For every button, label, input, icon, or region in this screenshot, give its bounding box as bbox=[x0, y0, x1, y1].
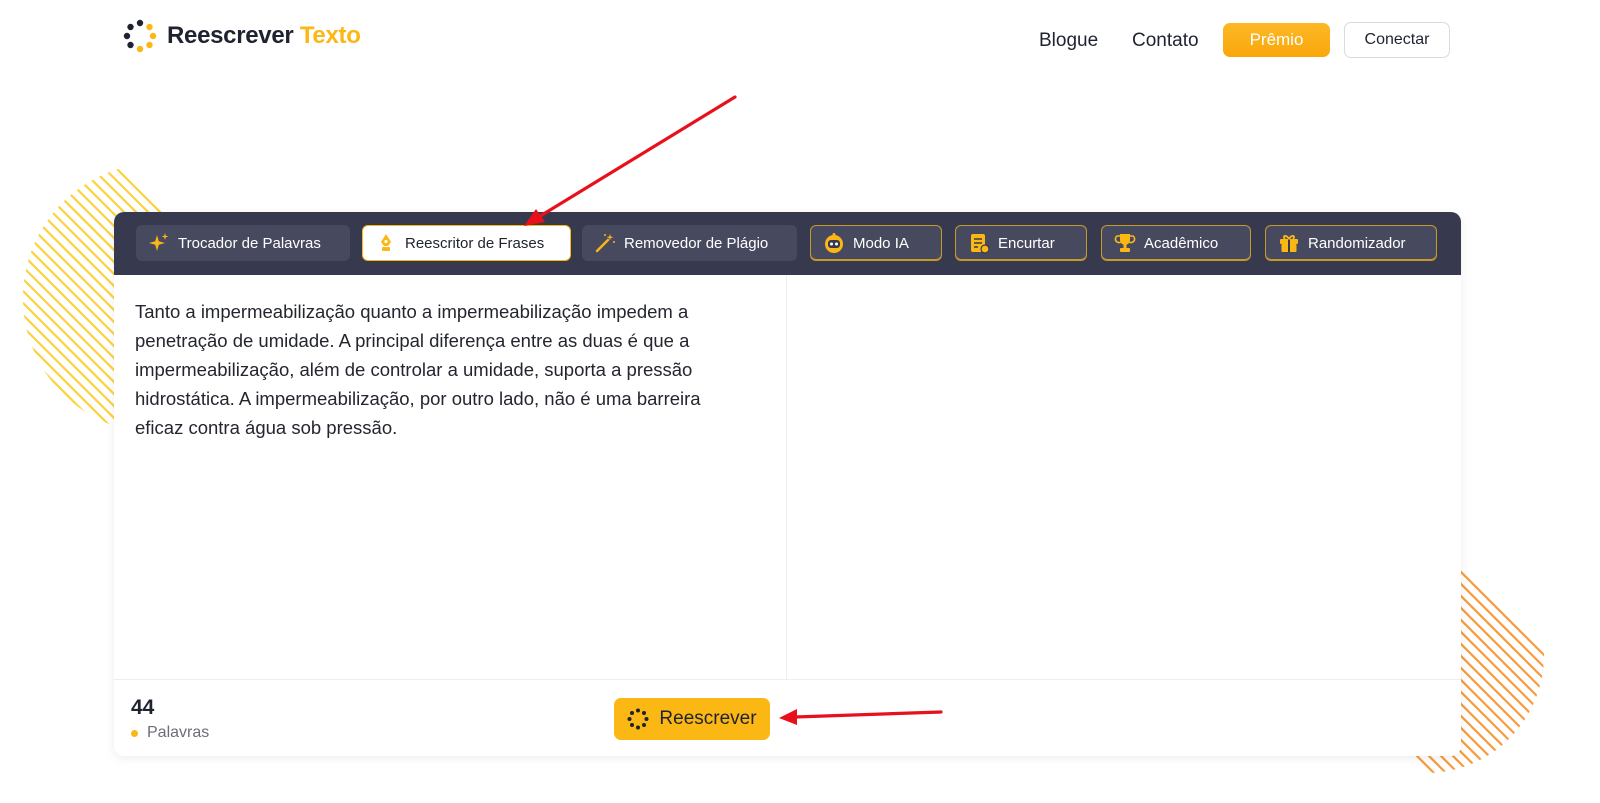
mode-label: Encurtar bbox=[998, 234, 1055, 252]
input-text-area[interactable]: Tanto a impermeabilização quanto a imper… bbox=[114, 275, 787, 679]
rewrite-button[interactable]: Reescrever bbox=[614, 698, 770, 740]
magic-wand-icon bbox=[594, 232, 616, 254]
premium-button[interactable]: Prêmio bbox=[1223, 23, 1330, 57]
editor-footer: 44 Palavras Reescrever bbox=[114, 679, 1461, 756]
mode-ai[interactable]: Modo IA bbox=[810, 225, 942, 261]
word-count-label: Palavras bbox=[131, 724, 209, 742]
connect-button[interactable]: Conectar bbox=[1344, 22, 1450, 58]
mode-sentence-rewriter[interactable]: Reescritor de Frases bbox=[362, 225, 571, 261]
arrow-to-sentence-rewriter bbox=[524, 95, 737, 226]
word-count: 44 bbox=[131, 696, 155, 719]
rewrite-button-label: Reescrever bbox=[659, 708, 757, 729]
mode-label: Removedor de Plágio bbox=[624, 234, 769, 252]
brand-name: Reescrever Texto bbox=[167, 22, 361, 49]
mode-word-changer[interactable]: Trocador de Palavras bbox=[136, 225, 350, 261]
mode-academic[interactable]: Acadêmico bbox=[1101, 225, 1251, 261]
sparkle-icon bbox=[148, 232, 170, 254]
logo-icon bbox=[123, 19, 157, 53]
mode-label: Modo IA bbox=[853, 234, 909, 252]
mode-randomizer[interactable]: Randomizador bbox=[1265, 225, 1437, 261]
brand-logo[interactable]: Reescrever Texto bbox=[123, 19, 361, 53]
trophy-icon bbox=[1114, 232, 1136, 254]
mode-label: Acadêmico bbox=[1144, 234, 1219, 252]
pen-nib-icon bbox=[375, 232, 397, 254]
dot-icon bbox=[131, 729, 138, 737]
mode-shorten[interactable]: Encurtar bbox=[955, 225, 1087, 261]
mode-label: Randomizador bbox=[1308, 234, 1406, 252]
gift-icon bbox=[1278, 232, 1300, 254]
robot-icon bbox=[823, 232, 845, 254]
mode-label: Trocador de Palavras bbox=[178, 234, 321, 252]
mode-plagiarism-remover[interactable]: Removedor de Plágio bbox=[582, 225, 797, 261]
mode-label: Reescritor de Frases bbox=[405, 234, 545, 252]
loading-dots-icon bbox=[627, 708, 649, 730]
output-text-area[interactable] bbox=[787, 275, 1461, 679]
mode-toolbar: Trocador de Palavras Reescritor de Frase… bbox=[114, 212, 1461, 275]
rewriter-panel: Trocador de Palavras Reescritor de Frase… bbox=[114, 212, 1461, 756]
input-text[interactable]: Tanto a impermeabilização quanto a imper… bbox=[135, 297, 745, 442]
nav-contact-link[interactable]: Contato bbox=[1132, 30, 1199, 52]
document-icon bbox=[968, 232, 990, 254]
nav-blog-link[interactable]: Blogue bbox=[1039, 30, 1098, 52]
